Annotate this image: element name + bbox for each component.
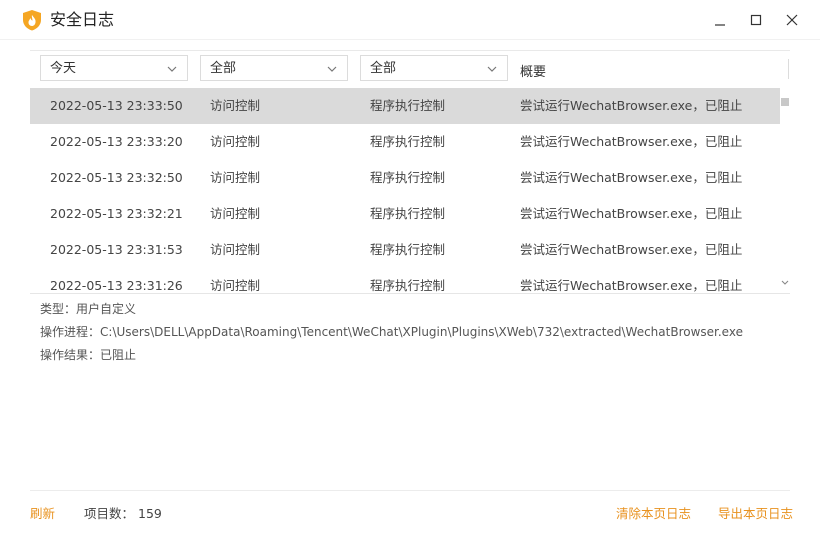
flame-shield-icon — [22, 9, 42, 31]
date-filter-dropdown[interactable]: 今天 — [40, 55, 188, 81]
maximize-icon — [750, 14, 762, 26]
chevron-down-icon — [327, 66, 337, 72]
chevron-down-icon — [487, 66, 497, 72]
cell-summary: 尝试运行WechatBrowser.exe，已阻止 — [520, 134, 743, 149]
detail-process-label: 操作进程： — [40, 325, 101, 339]
details-panel: 类型：用户自定义 操作进程：C:\Users\DELL\AppData\Roam… — [40, 299, 800, 368]
log-table: 2022-05-13 23:33:50 访问控制 程序执行控制 尝试运行Wech… — [30, 88, 790, 293]
cell-time: 2022-05-13 23:31:26 — [50, 278, 183, 293]
table-row[interactable]: 2022-05-13 23:31:53 访问控制 程序执行控制 尝试运行Wech… — [30, 232, 780, 268]
cell-type: 访问控制 — [210, 170, 261, 185]
item-count-value: 159 — [138, 506, 162, 521]
export-page-log-link[interactable]: 导出本页日志 — [718, 505, 793, 523]
cell-time: 2022-05-13 23:32:21 — [50, 206, 183, 221]
window-title: 安全日志 — [50, 10, 115, 29]
subtype-filter-dropdown[interactable]: 全部 — [360, 55, 508, 81]
summary-column-header: 概要 — [520, 65, 547, 80]
detail-type-value: 用户自定义 — [76, 302, 137, 316]
minimize-icon — [715, 24, 725, 26]
cell-type: 访问控制 — [210, 98, 261, 113]
cell-subtype: 程序执行控制 — [370, 98, 446, 113]
refresh-link[interactable]: 刷新 — [30, 505, 55, 523]
title-bar: 安全日志 — [0, 0, 820, 40]
cell-summary: 尝试运行WechatBrowser.exe，已阻止 — [520, 206, 743, 221]
footer-divider — [30, 490, 790, 491]
chevron-down-icon — [167, 66, 177, 72]
table-bottom-border — [30, 293, 790, 294]
table-row[interactable]: 2022-05-13 23:31:26 访问控制 程序执行控制 尝试运行Wech… — [30, 268, 780, 293]
clear-page-log-link[interactable]: 清除本页日志 — [616, 505, 691, 523]
cell-subtype: 程序执行控制 — [370, 206, 446, 221]
cell-type: 访问控制 — [210, 242, 261, 257]
detail-type: 类型：用户自定义 — [40, 299, 800, 322]
table-row[interactable]: 2022-05-13 23:32:21 访问控制 程序执行控制 尝试运行Wech… — [30, 196, 780, 232]
cell-type: 访问控制 — [210, 206, 261, 221]
security-log-window: 安全日志 今天 全部 全部 概要 2022-05-13 23:33:50 访问控… — [0, 0, 820, 540]
cell-summary: 尝试运行WechatBrowser.exe，已阻止 — [520, 98, 743, 113]
detail-result: 操作结果：已阻止 — [40, 345, 800, 368]
detail-type-label: 类型： — [40, 302, 77, 316]
filter-bar: 今天 全部 全部 概要 — [30, 50, 790, 88]
table-row[interactable]: 2022-05-13 23:33:20 访问控制 程序执行控制 尝试运行Wech… — [30, 124, 780, 160]
cell-time: 2022-05-13 23:33:50 — [50, 98, 183, 113]
table-scrollbar[interactable] — [780, 88, 790, 293]
cell-summary: 尝试运行WechatBrowser.exe，已阻止 — [520, 242, 743, 257]
cell-type: 访问控制 — [210, 278, 261, 293]
title-divider — [0, 39, 820, 40]
date-filter-value: 今天 — [50, 61, 77, 76]
item-count-label: 项目数： — [84, 506, 135, 521]
cell-summary: 尝试运行WechatBrowser.exe，已阻止 — [520, 170, 743, 185]
cell-time: 2022-05-13 23:33:20 — [50, 134, 183, 149]
table-row[interactable]: 2022-05-13 23:32:50 访问控制 程序执行控制 尝试运行Wech… — [30, 160, 780, 196]
chevron-down-icon[interactable] — [781, 280, 789, 286]
scroll-thumb-icon[interactable] — [781, 98, 789, 106]
cell-subtype: 程序执行控制 — [370, 170, 446, 185]
cell-time: 2022-05-13 23:31:53 — [50, 242, 183, 257]
subtype-filter-value: 全部 — [370, 61, 397, 76]
close-icon — [786, 14, 798, 26]
detail-process-value: C:\Users\DELL\AppData\Roaming\Tencent\We… — [100, 325, 743, 339]
header-separator — [788, 59, 789, 79]
detail-result-label: 操作结果： — [40, 348, 101, 362]
filter-top-border — [30, 50, 790, 51]
cell-subtype: 程序执行控制 — [370, 134, 446, 149]
table-row[interactable]: 2022-05-13 23:33:50 访问控制 程序执行控制 尝试运行Wech… — [30, 88, 780, 124]
cell-time: 2022-05-13 23:32:50 — [50, 170, 183, 185]
detail-result-value: 已阻止 — [100, 348, 137, 362]
maximize-button[interactable] — [746, 10, 766, 30]
cell-subtype: 程序执行控制 — [370, 278, 446, 293]
detail-process: 操作进程：C:\Users\DELL\AppData\Roaming\Tence… — [40, 322, 800, 345]
type-filter-value: 全部 — [210, 61, 237, 76]
cell-subtype: 程序执行控制 — [370, 242, 446, 257]
cell-summary: 尝试运行WechatBrowser.exe，已阻止 — [520, 278, 743, 293]
minimize-button[interactable] — [710, 10, 730, 30]
type-filter-dropdown[interactable]: 全部 — [200, 55, 348, 81]
footer: 刷新 项目数： 159 清除本页日志 导出本页日志 — [0, 505, 820, 525]
item-count: 项目数： 159 — [84, 505, 162, 523]
close-button[interactable] — [782, 10, 802, 30]
cell-type: 访问控制 — [210, 134, 261, 149]
